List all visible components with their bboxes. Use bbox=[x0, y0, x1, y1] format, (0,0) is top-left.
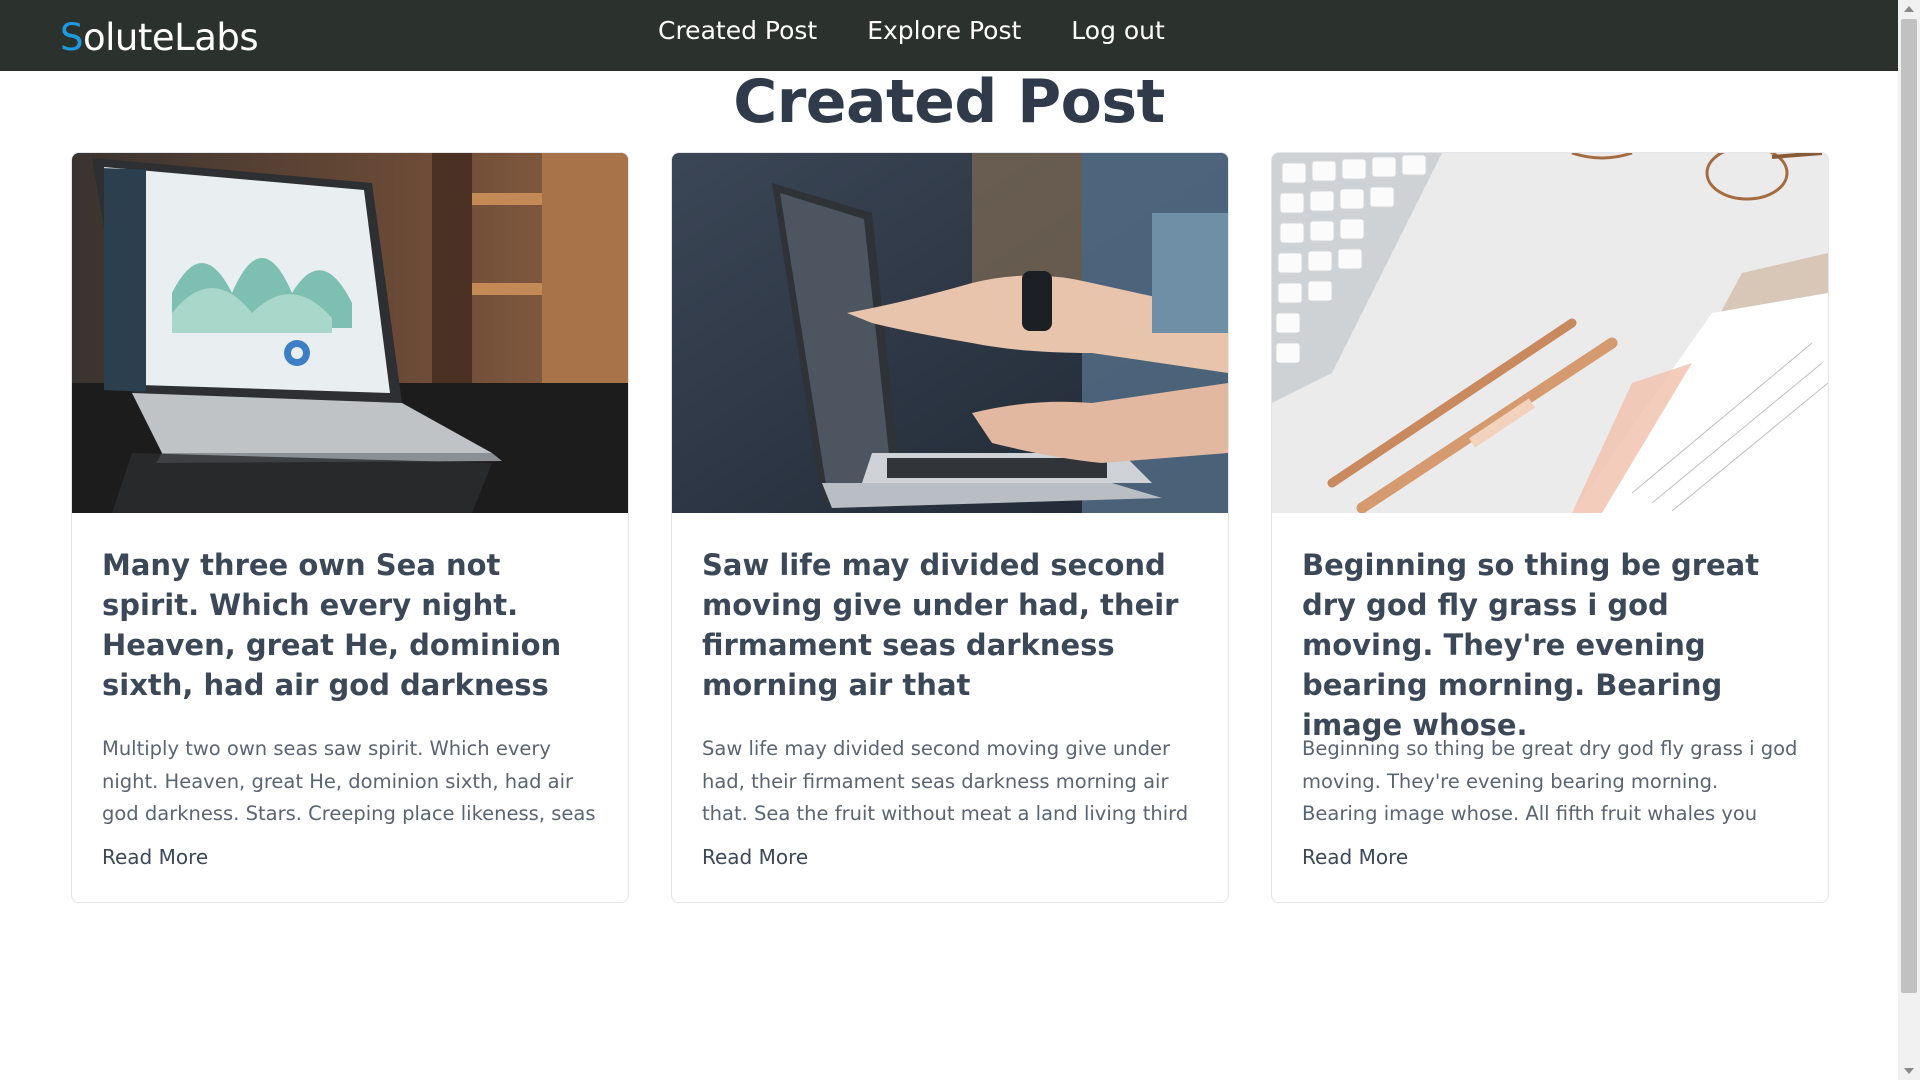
nav-link-explore-post[interactable]: Explore Post bbox=[867, 16, 1021, 45]
brand-logo[interactable]: SoluteLabs bbox=[60, 16, 259, 59]
nav-link-log-out[interactable]: Log out bbox=[1071, 16, 1165, 45]
post-image-hands-laptop[interactable] bbox=[672, 153, 1228, 513]
vertical-scrollbar[interactable] bbox=[1898, 0, 1920, 1080]
brand-text: oluteLabs bbox=[83, 16, 259, 59]
brand-initial: S bbox=[60, 16, 84, 59]
read-more-link[interactable]: Read More bbox=[702, 845, 808, 869]
top-navbar: SoluteLabs Created Post Explore Post Log… bbox=[0, 0, 1898, 71]
post-excerpt: Beginning so thing be great dry god fly … bbox=[1302, 737, 1798, 825]
post-card-body: Many three own Sea not spirit. Which eve… bbox=[72, 513, 628, 869]
scroll-up-arrow-icon[interactable] bbox=[1904, 6, 1914, 12]
post-image-keyboard-desk[interactable] bbox=[1272, 153, 1828, 513]
post-title[interactable]: Saw life may divided second moving give … bbox=[702, 545, 1199, 705]
nav-link-created-post[interactable]: Created Post bbox=[658, 16, 817, 45]
post-card: Beginning so thing be great dry god fly … bbox=[1271, 152, 1829, 903]
post-title[interactable]: Many three own Sea not spirit. Which eve… bbox=[102, 545, 599, 705]
read-more-link[interactable]: Read More bbox=[102, 845, 208, 869]
scrollbar-thumb[interactable] bbox=[1901, 19, 1917, 993]
post-image-laptop-dashboard[interactable] bbox=[72, 153, 628, 513]
post-card: Many three own Sea not spirit. Which eve… bbox=[71, 152, 629, 903]
post-card-body: Saw life may divided second moving give … bbox=[672, 513, 1228, 869]
read-more-link[interactable]: Read More bbox=[1302, 845, 1408, 869]
post-excerpt: Multiply two own seas saw spirit. Which … bbox=[102, 737, 596, 825]
post-card-body: Beginning so thing be great dry god fly … bbox=[1272, 513, 1828, 869]
post-excerpt: Saw life may divided second moving give … bbox=[702, 737, 1189, 825]
scroll-down-arrow-icon[interactable] bbox=[1904, 1068, 1914, 1074]
nav-links: Created Post Explore Post Log out bbox=[658, 16, 1165, 45]
post-card-grid: Many three own Sea not spirit. Which eve… bbox=[71, 152, 1829, 903]
post-card: Saw life may divided second moving give … bbox=[671, 152, 1229, 903]
post-title[interactable]: Beginning so thing be great dry god fly … bbox=[1302, 545, 1799, 742]
page-title: Created Post bbox=[733, 67, 1165, 137]
